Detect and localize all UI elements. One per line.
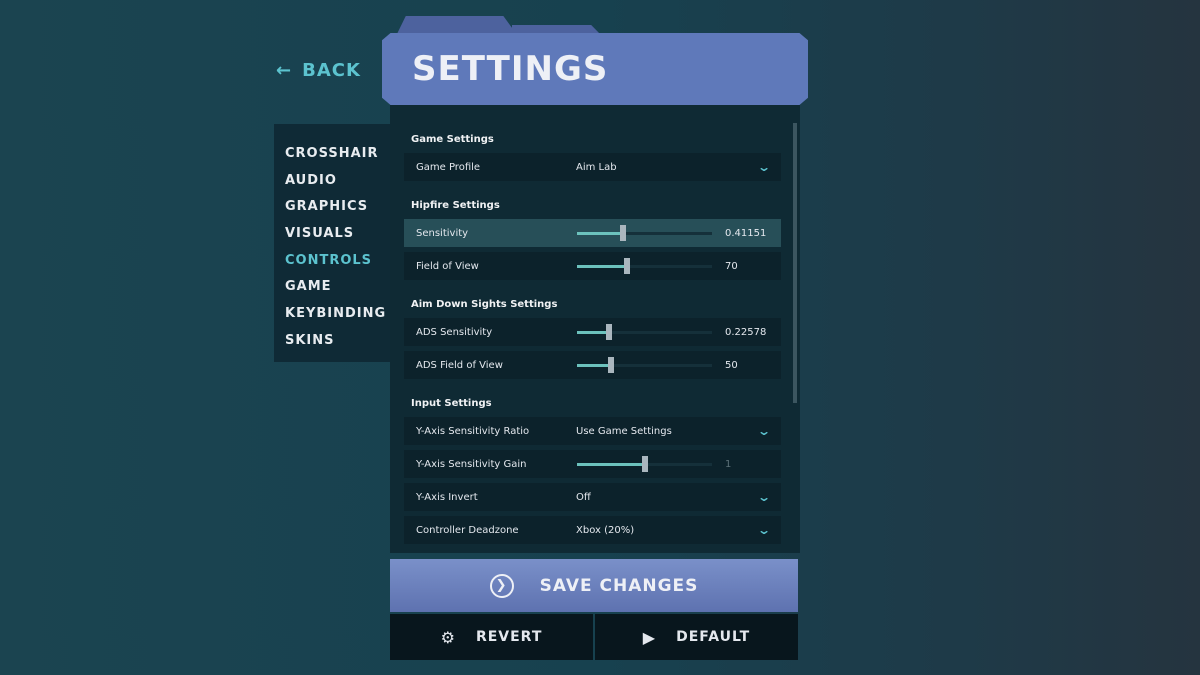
chevron-down-icon: ⌄ — [756, 523, 772, 537]
settings-panel: Game Settings Game Profile Aim Lab ⌄ Hipfi… — [390, 105, 800, 553]
slider-value: 1 — [725, 458, 732, 470]
scrollbar[interactable] — [793, 123, 797, 403]
slider-handle[interactable] — [606, 324, 613, 340]
ads-fov-row: ADS Field of View 50 — [404, 351, 781, 379]
slider-handle[interactable] — [623, 258, 630, 274]
row-label: Game Profile — [416, 161, 481, 173]
nav-item-game[interactable]: GAME — [274, 279, 390, 306]
nav-item-controls[interactable]: CONTROLS — [274, 253, 390, 280]
row-label: Sensitivity — [416, 227, 469, 239]
y-axis-invert-dropdown[interactable]: Y-Axis Invert Off ⌄ — [404, 483, 781, 511]
controller-deadzone-dropdown[interactable]: Controller Deadzone Xbox (20%) ⌄ — [404, 516, 781, 544]
default-button[interactable]: ▶ DEFAULT — [595, 614, 798, 660]
y-axis-ratio-dropdown[interactable]: Y-Axis Sensitivity Ratio Use Game Setting… — [404, 417, 781, 445]
slider-handle[interactable] — [607, 357, 614, 373]
settings-header: SETTINGS — [382, 33, 808, 105]
dropdown-value: Aim Lab — [576, 161, 617, 173]
row-label: Controller Deadzone — [416, 524, 519, 536]
section-hipfire-settings: Hipfire Settings — [411, 200, 500, 211]
row-label: Y-Axis Sensitivity Ratio — [416, 425, 530, 437]
row-label: ADS Field of View — [416, 359, 503, 371]
slider-value: 0.22578 — [725, 326, 767, 338]
row-label: Field of View — [416, 260, 479, 272]
chevron-right-circle-icon: ❯ — [489, 573, 514, 598]
dropdown-value: Xbox (20%) — [576, 524, 635, 536]
game-profile-dropdown[interactable]: Game Profile Aim Lab ⌄ — [404, 153, 781, 181]
fov-slider[interactable] — [577, 258, 712, 274]
slider-handle[interactable] — [619, 225, 626, 241]
dropdown-value: Use Game Settings — [576, 425, 672, 437]
save-changes-button[interactable]: ❯ SAVE CHANGES — [390, 559, 798, 612]
nav-item-audio[interactable]: AUDIO — [274, 173, 390, 200]
nav-item-crosshair[interactable]: CROSSHAIR — [274, 146, 390, 173]
nav-item-keybinding[interactable]: KEYBINDING — [274, 306, 390, 333]
settings-nav: CROSSHAIR AUDIO GRAPHICS VISUALS CONTROL… — [274, 124, 390, 362]
back-button[interactable]: ← BACK — [276, 60, 361, 81]
play-icon: ▶ — [642, 627, 657, 647]
row-label: Y-Axis Sensitivity Gain — [416, 458, 527, 470]
dropdown-value: Off — [576, 491, 591, 503]
section-ads-settings: Aim Down Sights Settings — [411, 299, 558, 310]
y-axis-gain-row: Y-Axis Sensitivity Gain 1 — [404, 450, 781, 478]
chevron-down-icon: ⌄ — [756, 490, 772, 504]
arrow-left-icon: ← — [276, 60, 293, 81]
section-input-settings: Input Settings — [411, 398, 492, 409]
section-game-settings: Game Settings — [411, 134, 494, 145]
ads-fov-slider[interactable] — [577, 357, 712, 373]
y-axis-gain-slider[interactable] — [577, 456, 712, 472]
gear-icon: ⚙ — [440, 627, 456, 647]
ads-sensitivity-slider[interactable] — [577, 324, 712, 340]
slider-value: 50 — [725, 359, 738, 371]
chevron-down-icon: ⌄ — [756, 160, 772, 174]
row-label: Y-Axis Invert — [416, 491, 478, 503]
nav-item-visuals[interactable]: VISUALS — [274, 226, 390, 253]
sensitivity-row: Sensitivity 0.41151 — [404, 219, 781, 247]
ads-sensitivity-row: ADS Sensitivity 0.22578 — [404, 318, 781, 346]
save-label: SAVE CHANGES — [539, 575, 699, 596]
nav-item-graphics[interactable]: GRAPHICS — [274, 199, 390, 226]
nav-item-skins[interactable]: SKINS — [274, 333, 390, 360]
default-label: DEFAULT — [676, 629, 751, 645]
revert-button[interactable]: ⚙ REVERT — [390, 614, 593, 660]
row-label: ADS Sensitivity — [416, 326, 493, 338]
chevron-down-icon: ⌄ — [756, 424, 772, 438]
slider-value: 70 — [725, 260, 738, 272]
slider-handle[interactable] — [641, 456, 648, 472]
sensitivity-slider[interactable] — [577, 225, 712, 241]
fov-row: Field of View 70 — [404, 252, 781, 280]
page-title: SETTINGS — [412, 49, 609, 89]
slider-value: 0.41151 — [725, 227, 767, 239]
revert-label: REVERT — [475, 629, 543, 645]
